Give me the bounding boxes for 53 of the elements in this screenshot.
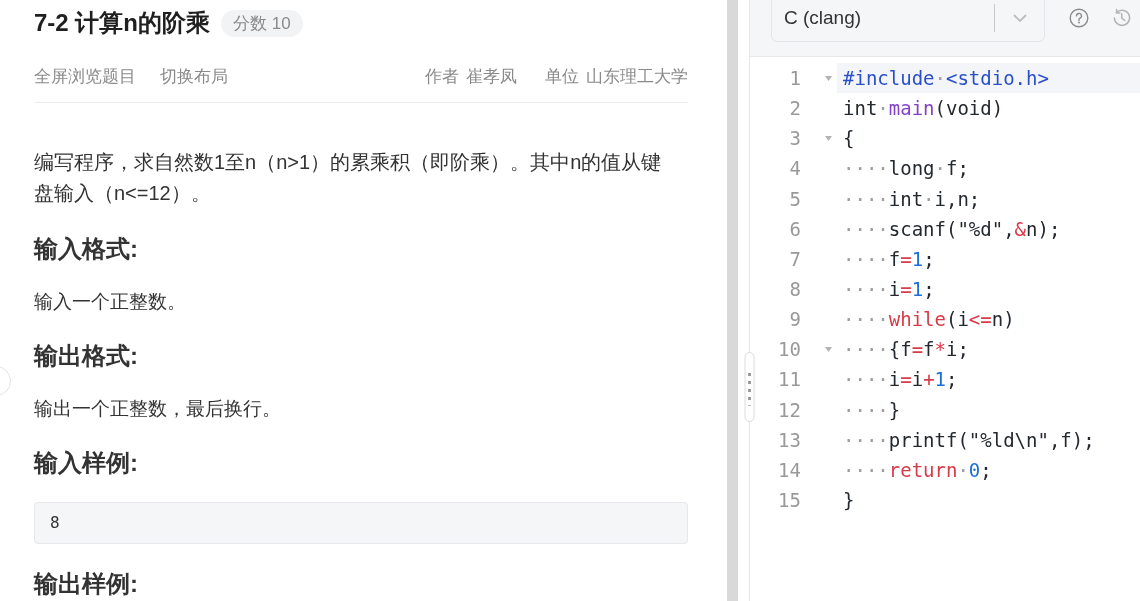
problem-title: 7-2 计算n的阶乘 [34, 8, 210, 38]
meta-label: 作者 [425, 65, 459, 88]
code-line: ····while(i<=n) [843, 308, 1015, 331]
line-number: 4 [788, 156, 801, 182]
code-line: ····i=1; [843, 278, 935, 300]
code-line: ····long·f; [843, 157, 969, 180]
line-number: 9 [788, 307, 801, 333]
code-line: ····f=1; [843, 247, 935, 270]
code-line: ····return·0; [843, 458, 992, 481]
line-number: 5 [788, 186, 801, 212]
fold-caret-icon[interactable] [825, 75, 832, 81]
fold-caret-icon[interactable] [825, 346, 832, 352]
code-line: int·main(void) [843, 97, 1004, 120]
section-heading: 输出格式: [34, 341, 139, 371]
language-select[interactable]: C (clang) [771, 0, 1045, 42]
line-number: 8 [788, 277, 801, 302]
code-line: ····printf("%ld\n",f); [843, 428, 1095, 451]
section-heading: 输入样例: [34, 448, 139, 478]
line-number: 2 [788, 96, 801, 122]
code-line: ····scanf("%d",&n); [843, 217, 1061, 240]
section-text: 输出一个正整数，最后换行。 [34, 397, 282, 421]
line-number: 1 [788, 66, 801, 91]
section-text: 输入一个正整数。 [34, 290, 187, 314]
code-line: ····{f=f*i; [843, 338, 969, 361]
action-link[interactable]: 切换布局 [160, 64, 228, 88]
help-icon[interactable] [1069, 8, 1089, 28]
meta-value: 崔孝凤 [466, 65, 517, 88]
chevron-down-icon [1012, 14, 1027, 22]
code-line: ····int·i,n; [843, 187, 981, 210]
line-number: 3 [788, 126, 801, 152]
code-line: } [843, 488, 855, 511]
code-line: ····i=i+1; [843, 368, 958, 391]
line-number: 11 [777, 367, 801, 393]
score-badge: 分数 10 [221, 9, 303, 37]
line-number: 12 [777, 397, 801, 423]
line-number: 14 [777, 457, 801, 483]
line-number: 7 [788, 246, 801, 272]
fold-caret-icon[interactable] [825, 135, 832, 141]
meta-label: 单位 [545, 65, 579, 88]
line-number: 13 [777, 427, 801, 453]
line-number: 10 [777, 337, 801, 363]
line-number: 15 [777, 487, 801, 513]
resize-handle[interactable] [744, 352, 755, 422]
problem-description: 编写程序，求自然数1至n（n>1）的累乘积（即阶乘）。其中n的值从键盘输入（n<=12）。 [34, 150, 663, 206]
line-number: 6 [788, 216, 801, 242]
code-line: ····} [843, 398, 901, 421]
section-heading: 输入格式: [34, 234, 139, 264]
meta-value: 山东理工大学 [586, 65, 688, 88]
code-line: { [843, 127, 855, 150]
sample-block: 8 [34, 502, 688, 544]
action-link[interactable]: 全屏浏览题目 [34, 64, 136, 88]
history-icon[interactable] [1112, 8, 1132, 28]
scrollbar[interactable] [727, 0, 738, 601]
